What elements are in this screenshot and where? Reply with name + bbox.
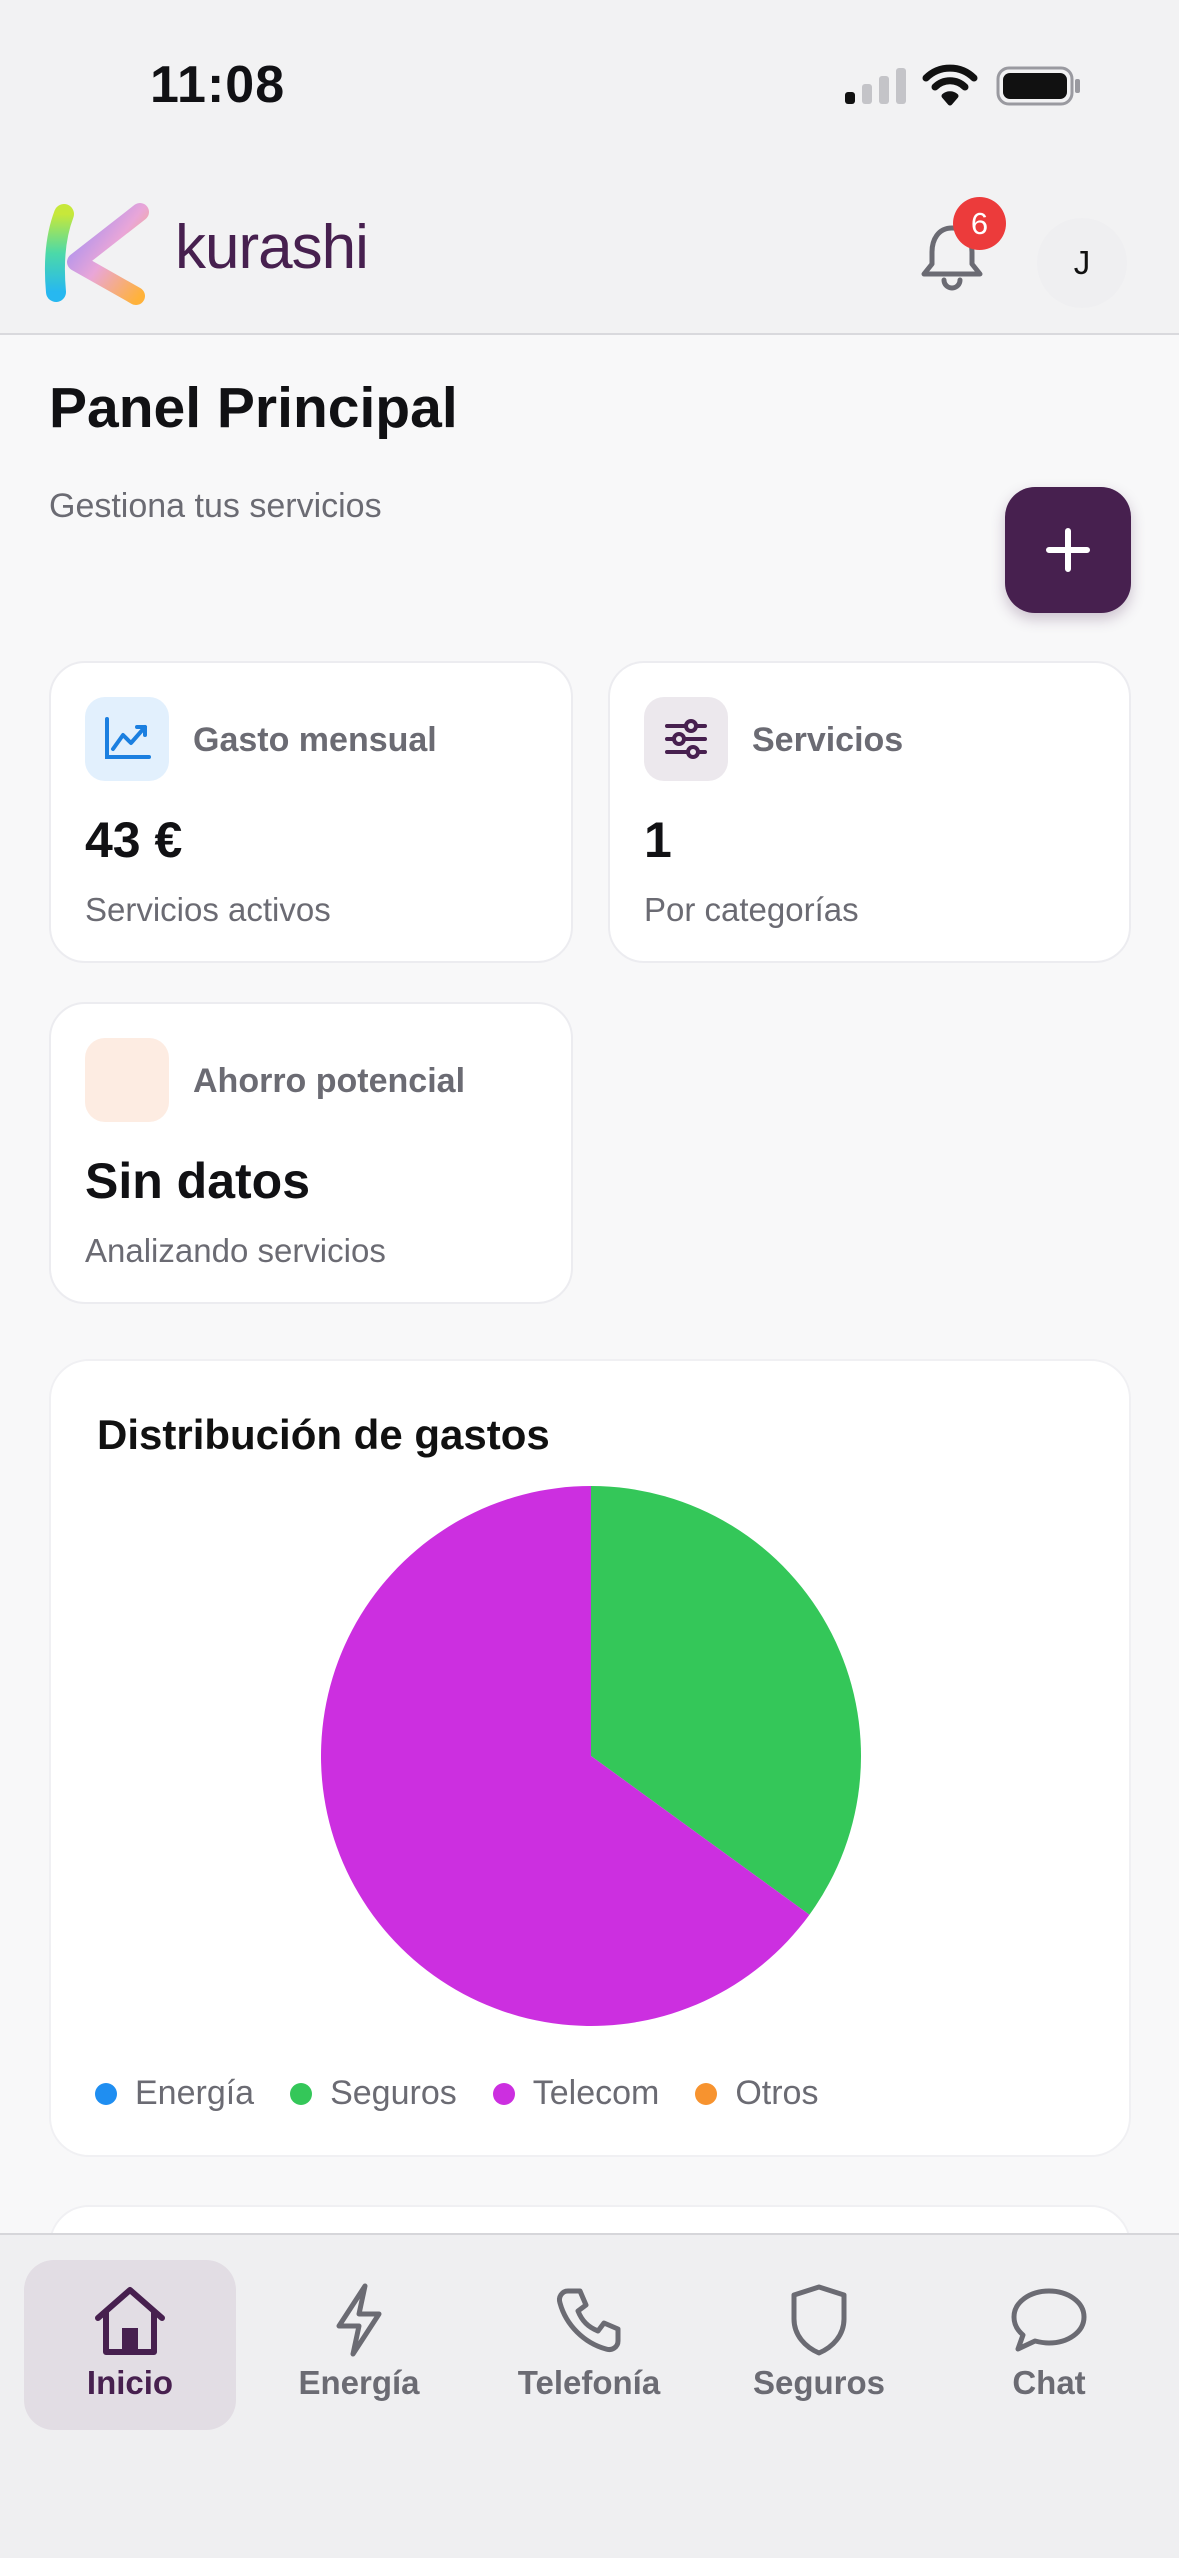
savings-icon <box>85 1038 169 1122</box>
tab-seguros[interactable]: Seguros <box>713 2260 925 2430</box>
tab-inicio[interactable]: Inicio <box>24 2260 236 2430</box>
legend-item: Otros <box>695 2074 818 2113</box>
kurashi-logo-icon <box>44 203 149 305</box>
legend-label: Energía <box>135 2074 255 2112</box>
notification-badge: 6 <box>953 197 1006 250</box>
bottom-tab-bar: Inicio Energía Telefonía Seguros Chat <box>0 2233 1179 2558</box>
chat-bubble-icon <box>1011 2288 1087 2352</box>
legend-dot <box>290 2082 313 2105</box>
status-bar: 11:08 <box>0 0 1179 170</box>
legend-item: Telecom <box>492 2074 660 2113</box>
legend-dot <box>695 2082 718 2105</box>
user-avatar[interactable]: J <box>1037 218 1127 308</box>
legend-label: Seguros <box>330 2074 457 2112</box>
potential-savings-card[interactable]: Ahorro potencial Sin datos Analizando se… <box>49 1002 573 1304</box>
phone-icon <box>557 2288 621 2352</box>
card-value: Sin datos <box>85 1153 311 1209</box>
home-icon <box>95 2287 165 2355</box>
card-subtext: Por categorías <box>644 891 859 928</box>
card-value: 43 € <box>85 812 183 868</box>
monthly-spend-card[interactable]: Gasto mensual 43 € Servicios activos <box>49 661 573 963</box>
tab-chat[interactable]: Chat <box>943 2260 1155 2430</box>
spend-distribution-card: Distribución de gastos Energía Seguros Tel… <box>49 1359 1131 2157</box>
card-value: 1 <box>644 812 672 868</box>
legend-label: Telecom <box>532 2074 660 2112</box>
card-label: Gasto mensual <box>193 721 437 759</box>
shield-icon <box>791 2284 847 2356</box>
app-header: kurashi 6 J <box>0 170 1179 335</box>
battery-icon <box>996 66 1080 106</box>
dashboard-content: Panel Principal Gestiona tus servicios G… <box>0 335 1179 2289</box>
tab-label: Energía <box>298 2364 420 2401</box>
add-service-button[interactable] <box>1005 487 1131 613</box>
tab-label: Inicio <box>86 2364 174 2401</box>
tab-label: Chat <box>1012 2364 1086 2401</box>
legend-dot <box>492 2082 515 2105</box>
brand-name: kurashi <box>175 213 369 282</box>
legend-item: Seguros <box>290 2074 457 2113</box>
card-label: Servicios <box>752 721 904 759</box>
page-subtitle: Gestiona tus servicios <box>49 487 382 525</box>
card-label: Ahorro potencial <box>193 1062 466 1100</box>
services-card[interactable]: Servicios 1 Por categorías <box>608 661 1131 963</box>
legend-dot <box>95 2082 117 2105</box>
chart-title: Distribución de gastos <box>97 1411 550 1458</box>
tab-telefonia[interactable]: Telefonía <box>483 2260 695 2430</box>
tab-label: Telefonía <box>517 2364 661 2401</box>
legend-label: Otros <box>735 2074 819 2112</box>
sliders-icon <box>644 697 728 781</box>
page-title: Panel Principal <box>49 376 458 440</box>
status-time: 11:08 <box>150 56 286 114</box>
tab-label: Seguros <box>752 2364 886 2401</box>
chart-legend: Energía Seguros Telecom Otros <box>95 2074 854 2113</box>
card-subtext: Servicios activos <box>85 891 331 928</box>
cellular-signal-icon <box>845 68 906 104</box>
plus-icon <box>1046 528 1090 572</box>
card-subtext: Analizando servicios <box>85 1232 386 1269</box>
wifi-icon <box>922 64 978 106</box>
bolt-icon <box>336 2283 382 2357</box>
tab-energia[interactable]: Energía <box>253 2260 465 2430</box>
chart-trend-icon <box>85 697 169 781</box>
pie-chart[interactable] <box>321 1486 861 2026</box>
legend-item: Energía <box>95 2074 254 2113</box>
